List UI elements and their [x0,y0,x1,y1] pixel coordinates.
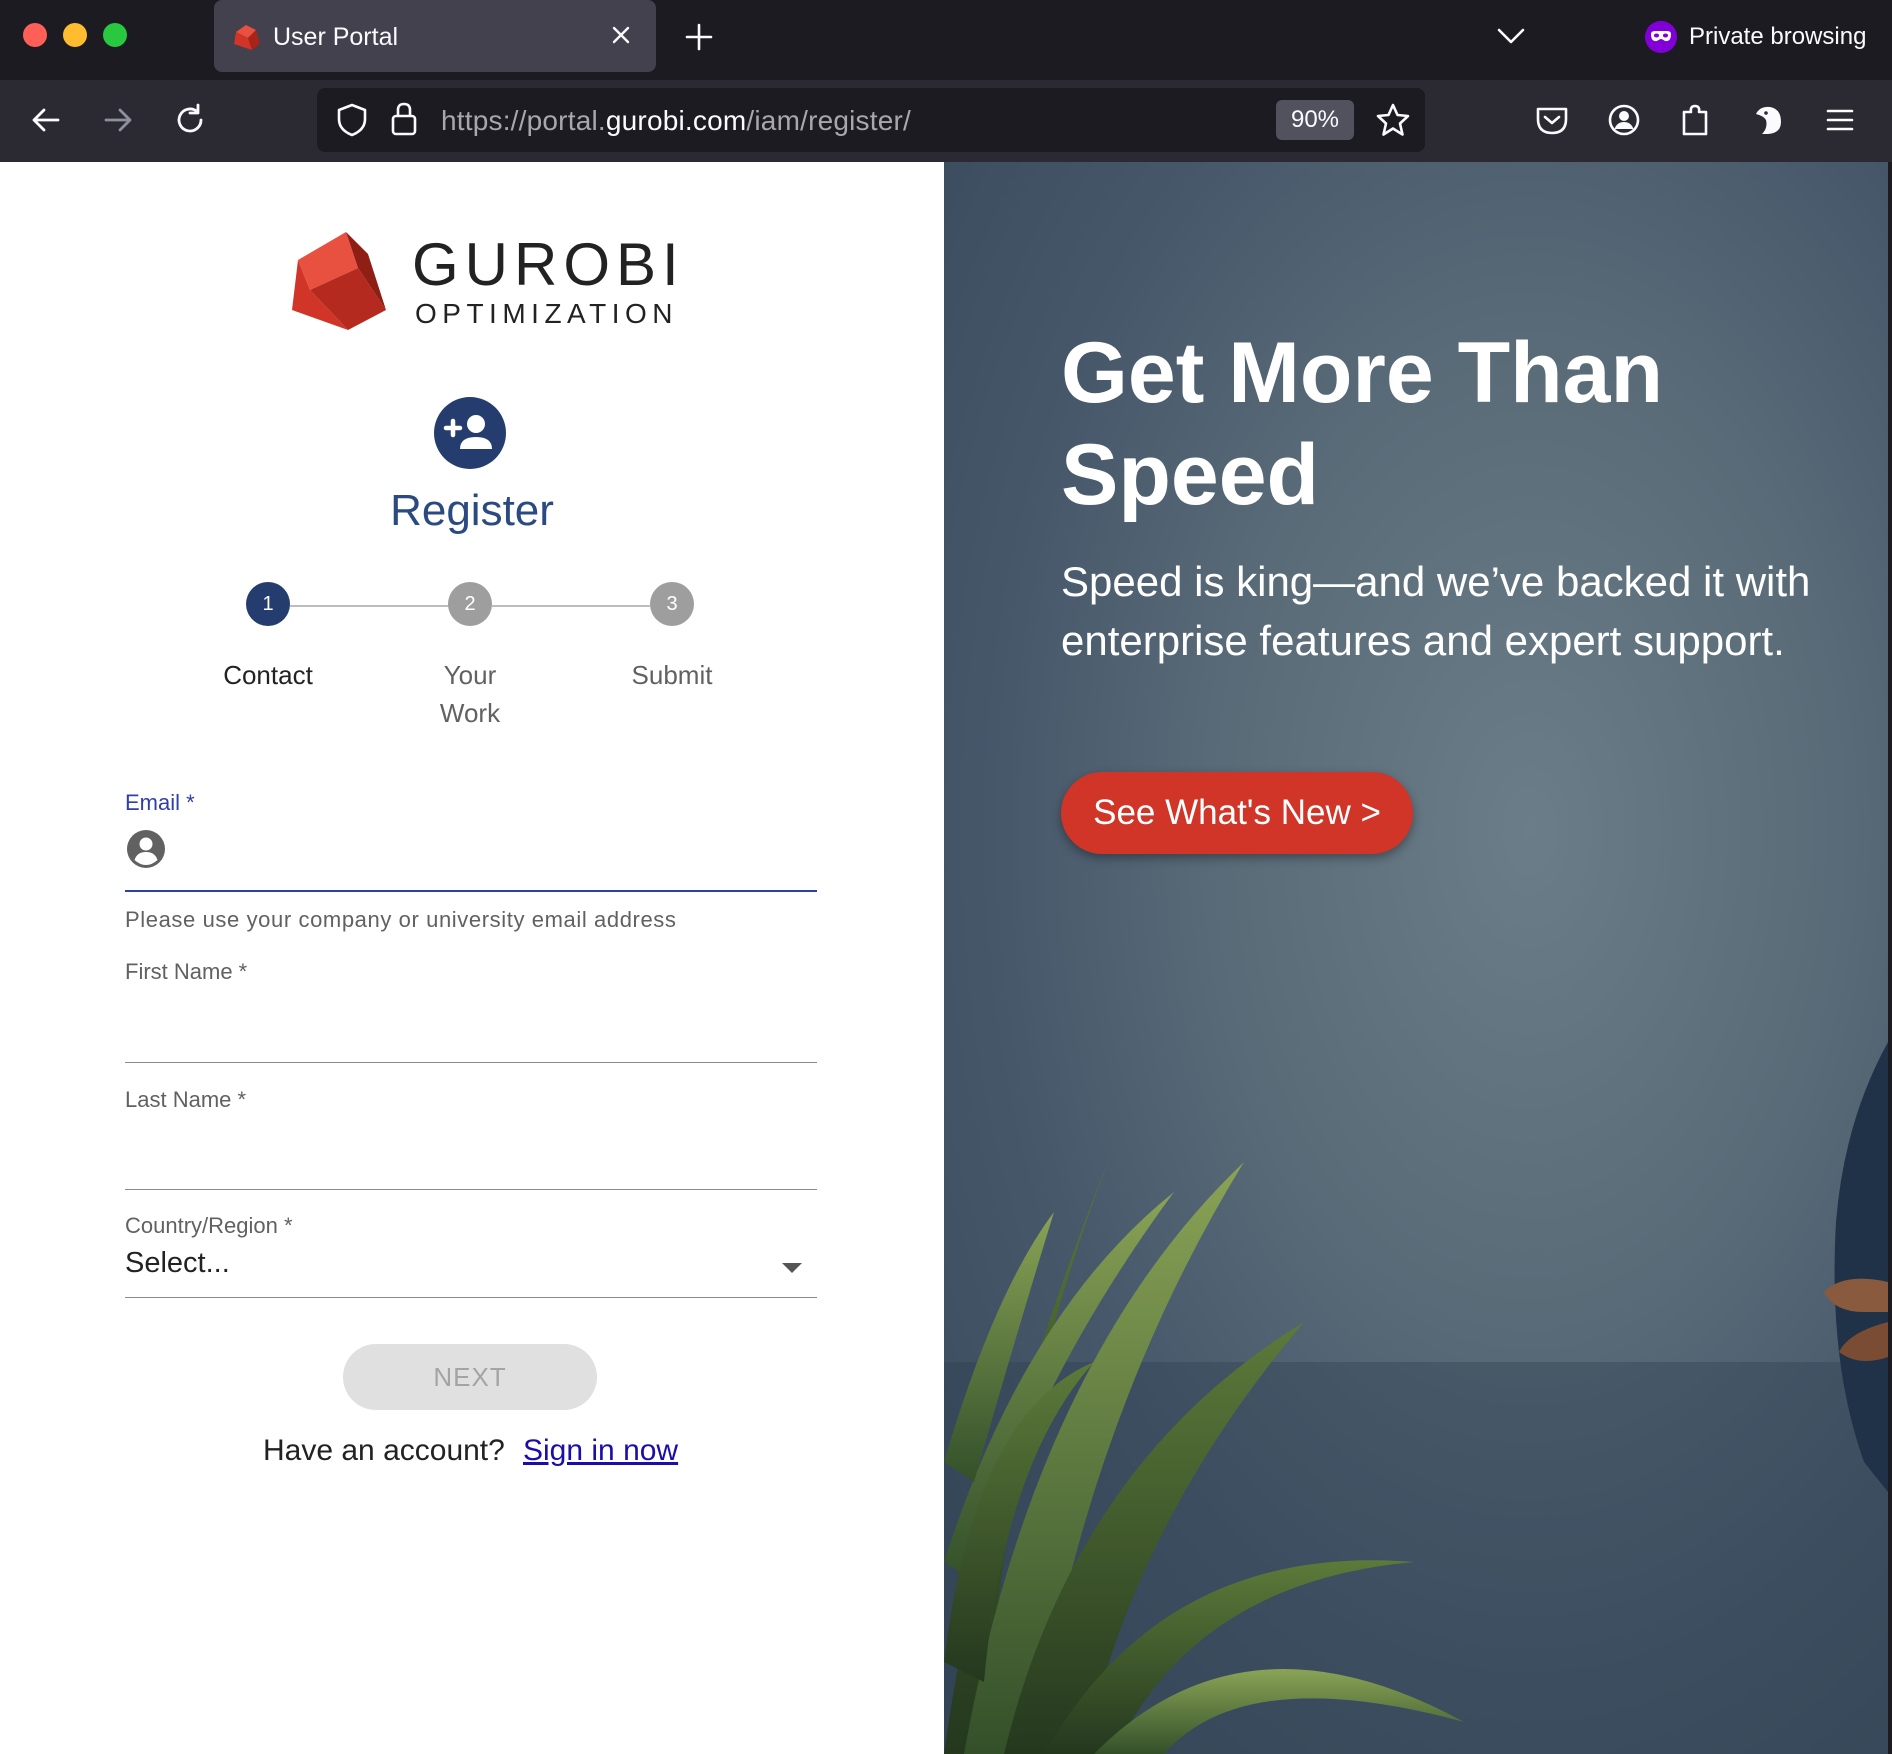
see-whats-new-button[interactable]: See What's New > [1061,772,1413,854]
registration-panel: GUROBI OPTIMIZATION Register 1 2 3 Conta… [0,162,944,1754]
step-3-circle: 3 [650,582,694,626]
logo-wordmark: GUROBI [412,231,685,298]
new-tab-plus-icon[interactable] [681,19,717,55]
step-1-circle: 1 [246,582,290,626]
private-browsing-indicator: Private browsing [1645,20,1866,54]
browser-nav-bar: https://portal.gurobi.com/iam/register/ … [0,80,1892,162]
reload-icon[interactable] [168,98,212,142]
forward-arrow-icon[interactable] [96,98,140,142]
window-close-button[interactable] [23,23,47,47]
window-maximize-button[interactable] [103,23,127,47]
zoom-level-badge[interactable]: 90% [1276,100,1354,140]
sign-in-link[interactable]: Sign in now [523,1434,678,1468]
step-2-circle: 2 [448,582,492,626]
gurobi-logo[interactable]: GUROBI OPTIMIZATION [288,230,708,340]
step-2-label: Your Work [439,660,501,728]
stepper-connector [290,605,450,607]
country-label: Country/Region * [125,1213,293,1238]
page-viewport: GUROBI OPTIMIZATION Register 1 2 3 Conta… [0,162,1888,1754]
person-add-icon [443,415,492,449]
dropdown-arrow-icon[interactable] [782,1263,802,1273]
add-user-avatar [434,397,506,469]
gurobi-cube-logo-icon [292,232,386,330]
back-arrow-icon[interactable] [24,98,68,142]
last-name-label: Last Name * [125,1087,247,1112]
first-name-input[interactable] [125,992,817,1042]
private-browsing-label: Private browsing [1689,23,1867,50]
padlock-icon[interactable] [389,100,419,138]
email-input[interactable] [175,824,815,874]
first-name-underline [125,1062,817,1063]
gurobi-favicon-icon [234,25,260,50]
email-helper-text: Please use your company or university em… [125,907,677,932]
hero-title: Get More Than Speed [1061,325,1664,523]
logo-subtitle: OPTIMIZATION [415,298,679,329]
stepper-connector [492,605,650,607]
address-bar[interactable]: https://portal.gurobi.com/iam/register/ … [317,88,1425,152]
tracking-protection-shield-icon[interactable] [335,102,369,138]
step-3-label: Submit [631,660,713,690]
register-heading: Register [390,486,554,535]
country-underline [125,1297,817,1298]
extensions-puzzle-icon[interactable] [1676,100,1716,140]
window-right-edge [1888,162,1892,1754]
country-select[interactable]: Select... [125,1247,230,1280]
tab-title: User Portal [273,23,399,51]
list-all-tabs-chevron-icon[interactable] [1493,22,1529,50]
window-minimize-button[interactable] [63,23,87,47]
have-account-text: Have an account? [263,1434,505,1467]
hero-subtitle: Speed is king—and we’ve backed it with e… [1061,558,1811,664]
first-name-label: First Name * [125,959,248,984]
account-icon[interactable] [1604,100,1644,140]
step-1-label: Contact [223,660,313,690]
pocket-icon[interactable] [1532,100,1572,140]
url-path: /iam/register/ [746,105,912,136]
last-name-underline [125,1189,817,1190]
browser-tab-user-portal[interactable]: User Portal [214,0,656,72]
next-button[interactable]: NEXT [343,1344,597,1410]
private-mask-icon [1645,21,1677,53]
email-underline [125,890,817,892]
url-scheme: https://portal. [441,105,606,136]
url-text[interactable]: https://portal.gurobi.com/iam/register/ [441,105,911,137]
hero-panel: Get More Than Speed Speed is king—and we… [944,162,1888,1754]
account-circle-icon [127,830,165,868]
url-host: gurobi.com [605,105,747,136]
extension-bird-icon[interactable] [1748,100,1788,140]
bookmark-star-icon[interactable] [1374,102,1412,138]
email-label: Email * [125,790,195,815]
last-name-input[interactable] [125,1120,817,1170]
close-tab-icon[interactable] [606,20,636,50]
browser-tab-bar: User Portal Private browsing [0,0,1892,80]
hamburger-menu-icon[interactable] [1820,100,1860,140]
